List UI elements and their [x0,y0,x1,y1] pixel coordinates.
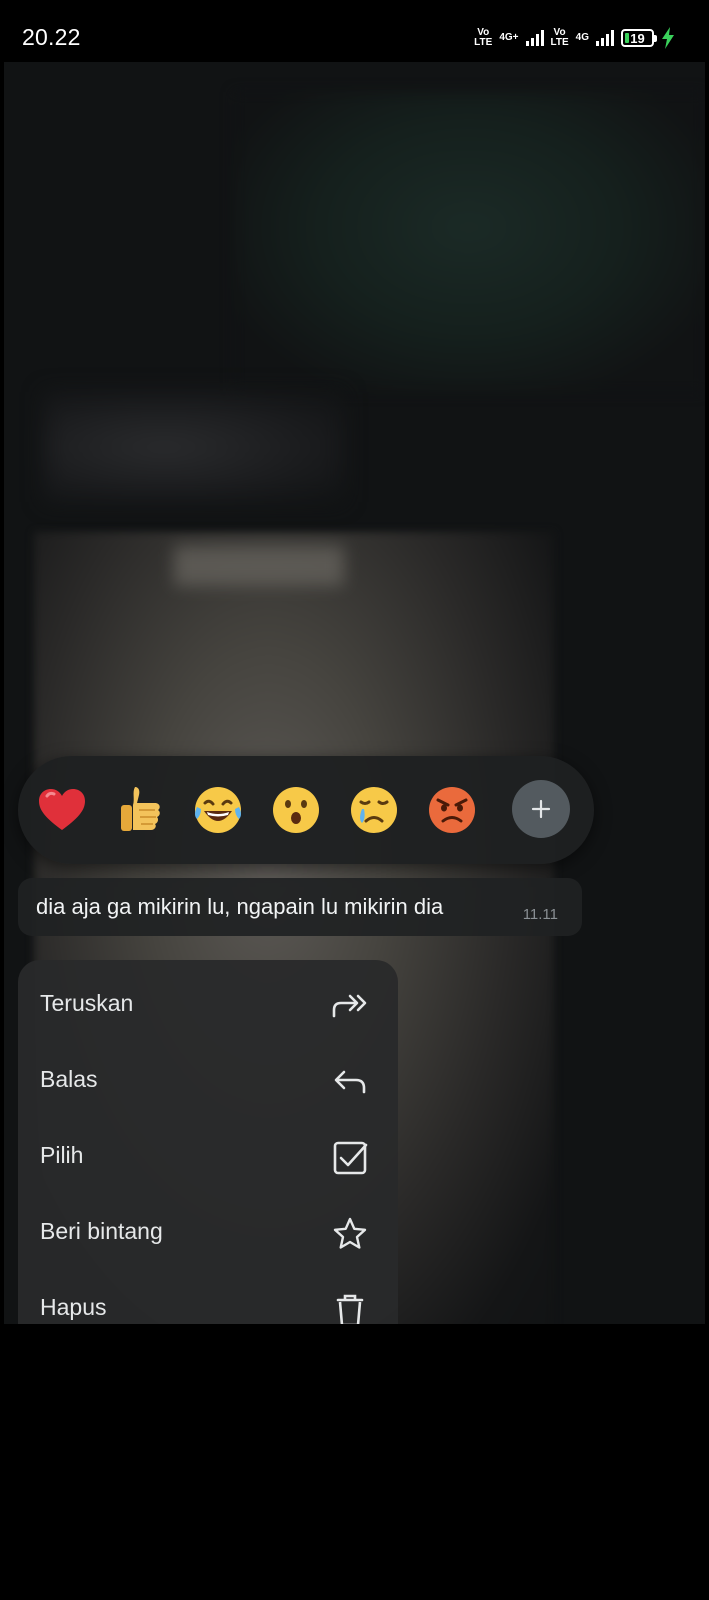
menu-item-label: Teruskan [40,990,134,1016]
network-2-type: 4G [575,32,589,43]
message-timestamp: 11.11 [522,906,558,923]
battery-icon: 19 [621,29,657,47]
network-1-indicator: 4G+ [499,33,518,43]
battery-level-fill [625,33,629,43]
menu-item-reply[interactable]: Balas [18,1042,398,1118]
heart-emoji-icon[interactable] [34,782,90,838]
trash-icon [336,1294,364,1324]
surprised-emoji-icon[interactable] [268,782,324,838]
charging-icon [662,27,674,49]
network-1-type: 4G+ [499,32,519,43]
message-text: dia aja ga mikirin lu, ngapain lu mikiri… [36,894,444,919]
menu-item-select[interactable]: Pilih [18,1118,398,1194]
bottom-blank-area [0,1324,709,1600]
network-2-indicator: 4G [576,33,589,43]
status-bar: 20.22 Vo LTE 4G+ Vo LTE 4G 19 [0,0,709,62]
message-context-menu: Teruskan Balas Pilih Beri bintang Hapus [18,960,398,1324]
menu-item-label: Beri bintang [40,1218,163,1244]
status-time: 20.22 [22,24,81,50]
signal-1-icon [525,30,544,46]
volte-2-indicator: Vo LTE [551,28,569,48]
signal-2-icon [596,30,614,46]
plus-icon [531,799,551,819]
selected-message-bubble[interactable]: dia aja ga mikirin lu, ngapain lu mikiri… [18,878,582,936]
volte-1-indicator: Vo LTE [474,28,492,48]
blurred-area-band [174,546,344,586]
star-icon [333,1217,367,1249]
menu-item-label: Pilih [40,1142,84,1168]
menu-item-delete[interactable]: Hapus [18,1270,398,1324]
menu-item-label: Hapus [40,1294,107,1320]
menu-item-star[interactable]: Beri bintang [18,1194,398,1270]
volte-1-bottom: LTE [474,37,493,48]
menu-item-label: Balas [40,1066,98,1092]
menu-item-forward[interactable]: Teruskan [18,966,398,1042]
blurred-area-top [234,92,704,392]
reply-icon [334,1070,366,1094]
battery-percent: 19 [630,30,645,46]
thumbs-up-emoji-icon[interactable] [112,782,168,838]
forward-icon [332,994,367,1018]
volte-2-bottom: LTE [550,37,569,48]
status-icons: Vo LTE 4G+ Vo LTE 4G 19 [474,25,675,51]
blurred-area-left [44,392,344,502]
reaction-bar [18,756,594,864]
add-reaction-button[interactable] [512,780,570,838]
crying-emoji-icon[interactable] [346,782,402,838]
angry-emoji-icon[interactable] [424,782,480,838]
checkbox-icon [333,1141,368,1175]
laughing-emoji-icon[interactable] [190,782,246,838]
screen: 20.22 Vo LTE 4G+ Vo LTE 4G 19 dia aja ga… [0,0,709,1600]
